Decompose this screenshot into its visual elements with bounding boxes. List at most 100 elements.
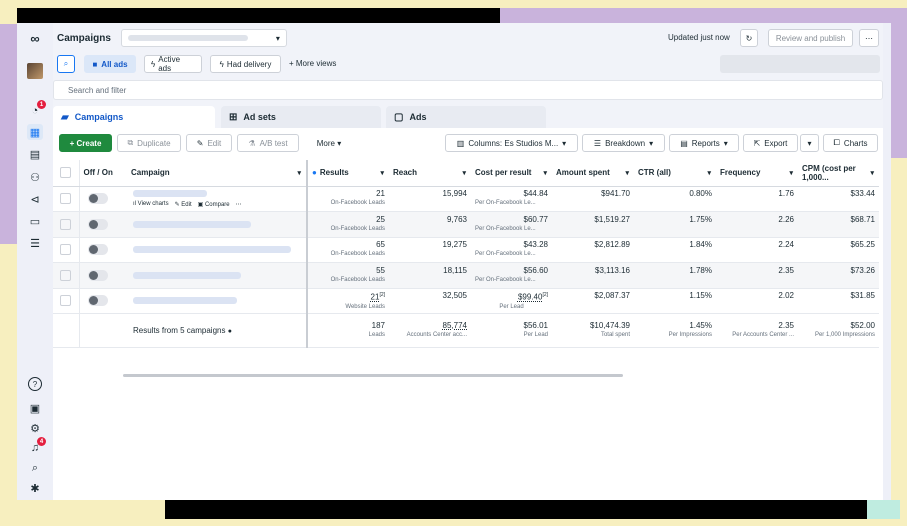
- campaign-name[interactable]: [133, 271, 241, 279]
- search-icon[interactable]: ⌕: [27, 460, 43, 476]
- campaign-name-cell[interactable]: [127, 262, 308, 289]
- create-button[interactable]: + Create: [59, 134, 112, 152]
- ab-test-button[interactable]: ⚗ A/B test: [237, 134, 299, 152]
- edit-button[interactable]: ✎ Edit: [186, 134, 232, 152]
- campaign-name-cell[interactable]: ıl View charts ✎ Edit ▣ Compare ⋯: [127, 186, 308, 212]
- breakdown-button[interactable]: ☰ Breakdown ▾: [582, 134, 665, 152]
- campaign-name-cell[interactable]: [127, 211, 308, 238]
- campaign-name[interactable]: [133, 220, 251, 228]
- duplicate-button[interactable]: ⧉ Duplicate: [117, 134, 181, 152]
- totals-spent: $10,474.39: [589, 321, 630, 330]
- bell-icon[interactable]: ♫ 4: [27, 437, 46, 456]
- campaign-name[interactable]: [133, 189, 207, 197]
- row-more-button[interactable]: ⋯: [236, 201, 242, 208]
- header-ctr[interactable]: CTR (all) ▾: [634, 160, 716, 187]
- menu-icon[interactable]: ☰: [27, 235, 43, 251]
- help-icon[interactable]: ?: [28, 377, 42, 391]
- megaphone-icon[interactable]: ⊲: [27, 191, 43, 207]
- had-delivery-view-button[interactable]: ϟ Had delivery: [210, 55, 281, 73]
- campaigns-table-icon[interactable]: ▦: [27, 124, 43, 140]
- campaign-toggle[interactable]: [87, 218, 108, 230]
- row-checkbox[interactable]: [60, 218, 72, 230]
- page-title: Campaigns: [57, 32, 111, 44]
- cpm-cell: $65.25: [798, 237, 879, 263]
- row-checkbox[interactable]: [60, 269, 72, 281]
- row-select-cell: [53, 288, 80, 314]
- decor-black-bar-bottom: [165, 500, 867, 519]
- header-cpm[interactable]: CPM (cost per 1,000... ▾: [798, 160, 879, 187]
- tab-campaigns[interactable]: ▰ Campaigns: [53, 106, 215, 128]
- review-publish-button[interactable]: Review and publish: [768, 29, 853, 47]
- reports-icon[interactable]: ▤: [27, 146, 43, 162]
- table-row[interactable]: 65 On-Facebook Leads 19,275 $43.28 Per On-…: [53, 237, 879, 263]
- more-actions-button[interactable]: More ▾: [305, 134, 353, 152]
- audiences-icon[interactable]: ⚇: [27, 169, 43, 185]
- table-row[interactable]: 21[2] Website Leads 32,505 $99.40[2] Per L…: [53, 288, 879, 314]
- cpr-value: $99.40: [517, 292, 543, 302]
- more-views-link[interactable]: + More views: [289, 59, 336, 68]
- campaign-toggle[interactable]: [87, 269, 108, 281]
- toggle-cell: [79, 211, 127, 238]
- date-range-selector[interactable]: [720, 55, 880, 73]
- table-row[interactable]: 55 On-Facebook Leads 18,115 $56.60 Per On-…: [53, 262, 879, 289]
- chevron-down-icon: ▾: [807, 138, 812, 148]
- header-spent-label: Amount spent: [556, 168, 610, 178]
- bug-report-icon[interactable]: ✱: [27, 480, 43, 496]
- table-row[interactable]: ıl View charts ✎ Edit ▣ Compare ⋯ 21 On-F…: [53, 186, 879, 212]
- campaigns-panel: + Create ⧉ Duplicate ✎ Edit ⚗ A/B test More…: [53, 128, 883, 500]
- campaign-selector[interactable]: ▾: [120, 29, 287, 47]
- avatar[interactable]: [27, 63, 43, 79]
- export-button[interactable]: ⇱ Export: [743, 134, 798, 152]
- charts-button[interactable]: ⧠ Charts: [823, 134, 878, 152]
- view-charts-link[interactable]: ıl View charts: [133, 201, 169, 208]
- header-reach[interactable]: Reach ▾: [389, 160, 471, 187]
- compare-link[interactable]: ▣ Compare: [198, 201, 230, 208]
- info-icon[interactable]: ●: [228, 328, 232, 335]
- search-input[interactable]: Search and filter: [53, 80, 883, 100]
- header-cost-per-result[interactable]: Cost per result ▾: [471, 160, 552, 187]
- row-checkbox[interactable]: [60, 295, 72, 307]
- campaign-toggle[interactable]: [87, 295, 108, 307]
- campaign-name-cell[interactable]: [127, 288, 308, 314]
- totals-results: 187: [371, 321, 385, 330]
- refresh-button[interactable]: ↻: [740, 29, 758, 47]
- account-overview-icon[interactable]: ◔ 1: [27, 100, 46, 119]
- header-campaign[interactable]: Campaign ▾: [127, 160, 308, 187]
- search-toggle-button[interactable]: ⌕: [57, 55, 75, 73]
- decor-lavender-bar-top: [500, 8, 907, 23]
- tab-ads[interactable]: ▢ Ads: [386, 106, 546, 128]
- export-dropdown-button[interactable]: ▾: [800, 134, 819, 152]
- horizontal-scrollbar[interactable]: [123, 374, 623, 377]
- row-checkbox[interactable]: [60, 193, 72, 205]
- results-type: On-Facebook Leads: [330, 251, 385, 258]
- campaign-toggle[interactable]: [87, 193, 108, 205]
- all-ads-view-button[interactable]: ■ All ads: [84, 55, 136, 73]
- meta-logo-icon[interactable]: ∞: [27, 30, 43, 46]
- select-all-checkbox[interactable]: [60, 167, 72, 179]
- header-results[interactable]: ● Results ▾: [307, 160, 389, 187]
- cpr-type: Per Lead: [499, 303, 524, 310]
- tab-ad-sets[interactable]: ⊞ Ad sets: [221, 106, 381, 128]
- campaign-name-cell[interactable]: [127, 237, 308, 263]
- table-row[interactable]: 25 On-Facebook Leads 9,763 $60.77 Per On-F…: [53, 211, 879, 238]
- results-value: 65: [376, 240, 385, 250]
- edit-link[interactable]: ✎ Edit: [175, 201, 192, 208]
- header-campaign-label: Campaign: [131, 168, 170, 178]
- reports-button[interactable]: ▤ Reports ▾: [669, 134, 739, 152]
- header-off-on[interactable]: Off / On: [79, 160, 127, 187]
- row-checkbox[interactable]: [60, 244, 72, 256]
- campaign-toggle[interactable]: [87, 244, 108, 256]
- columns-selector[interactable]: ▥ Columns: Es Studios M... ▾: [445, 134, 578, 152]
- totals-cpm-cell: $52.00 Per 1,000 Impressions: [798, 313, 879, 348]
- campaign-name[interactable]: [133, 297, 237, 305]
- header-amount-spent[interactable]: Amount spent ▾: [552, 160, 634, 187]
- active-ads-view-button[interactable]: ϟ Active ads: [144, 55, 202, 73]
- settings-gear-icon[interactable]: ⚙: [27, 420, 43, 436]
- campaign-name[interactable]: [133, 246, 291, 254]
- header-frequency[interactable]: Frequency ▾: [716, 160, 798, 187]
- cpr-value: $43.28: [523, 240, 548, 250]
- billing-card-icon[interactable]: ▭: [27, 213, 43, 229]
- news-icon[interactable]: ▣: [27, 400, 43, 416]
- results-cell: 55 On-Facebook Leads: [307, 262, 389, 289]
- more-options-button[interactable]: ⋯: [859, 29, 879, 47]
